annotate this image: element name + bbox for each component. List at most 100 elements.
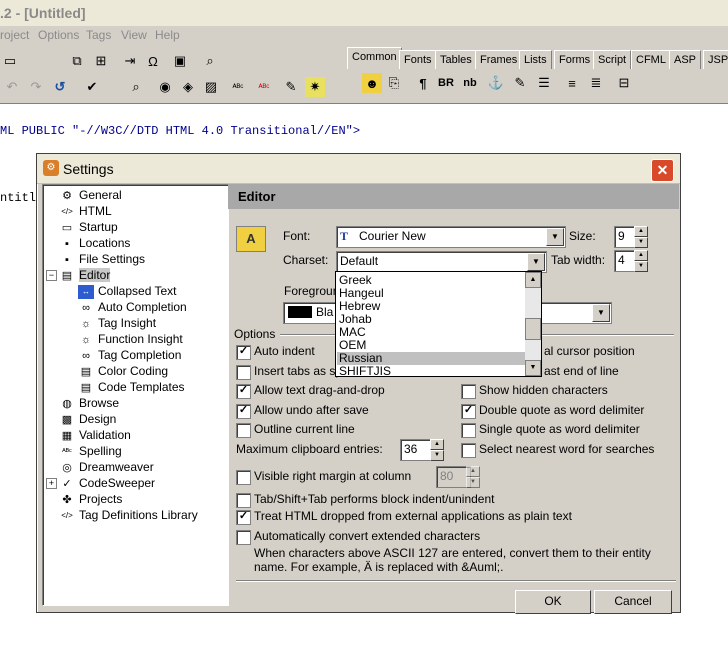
- toolbar-omega-icon[interactable]: Ω: [143, 51, 163, 71]
- quickbar-hr-icon[interactable]: ☰: [534, 73, 554, 93]
- spin-up-icon[interactable]: ▲: [466, 466, 480, 477]
- tab-script[interactable]: Script: [593, 50, 632, 69]
- clipboard-spinner[interactable]: ▲ ▼: [430, 439, 444, 461]
- charset-dropdown-list[interactable]: Greek Hangeul Hebrew Johab MAC OEM Russi…: [335, 271, 542, 378]
- toolbar-indent-icon[interactable]: ⇥: [120, 51, 140, 71]
- cancel-button[interactable]: Cancel: [594, 590, 672, 614]
- dropdown-scrollbar[interactable]: ▲ ▼: [525, 272, 541, 376]
- toolbar-tree-icon[interactable]: ⊞: [91, 51, 111, 71]
- tab-tables[interactable]: Tables: [435, 50, 477, 69]
- tree-item-validation[interactable]: ▦ Validation: [59, 427, 131, 443]
- tree-item-projects[interactable]: ✤ Projects: [59, 491, 122, 507]
- tree-item-tag-definitions-library[interactable]: </> Tag Definitions Library: [59, 507, 198, 523]
- tree-collapse-editor[interactable]: −: [46, 270, 57, 281]
- spin-up-icon[interactable]: ▲: [634, 250, 648, 261]
- quickbar-edit-icon[interactable]: ✎: [510, 73, 530, 93]
- show-hidden-checkbox[interactable]: [461, 384, 476, 399]
- quickbar-wizard-icon[interactable]: ☻: [362, 73, 382, 93]
- tree-item-color-coding[interactable]: ▤ Color Coding: [78, 363, 168, 379]
- undo-icon[interactable]: ↶: [2, 77, 22, 97]
- quickbar-table-icon[interactable]: ⊟: [614, 73, 634, 93]
- scroll-thumb[interactable]: [525, 318, 541, 340]
- size-spinner[interactable]: ▲ ▼: [634, 226, 648, 248]
- toolbar-edit-icon[interactable]: ✎: [281, 77, 301, 97]
- tree-item-codesweeper[interactable]: ✓ CodeSweeper: [59, 475, 155, 491]
- tree-item-startup[interactable]: ▭ Startup: [59, 219, 118, 235]
- tree-item-browse[interactable]: ◍ Browse: [59, 395, 119, 411]
- toolbar-zoom-icon[interactable]: ⌕: [200, 51, 220, 71]
- tab-frames[interactable]: Frames: [475, 50, 523, 69]
- tree-item-design[interactable]: ▩ Design: [59, 411, 117, 427]
- drag-drop-checkbox[interactable]: ✓: [236, 384, 251, 399]
- toolbar-search-icon[interactable]: ⌕: [126, 77, 146, 97]
- right-margin-checkbox[interactable]: [236, 470, 251, 485]
- tree-item-tag-completion[interactable]: ∞ Tag Completion: [78, 347, 181, 363]
- tab-jsp[interactable]: JSP: [703, 50, 728, 69]
- tree-item-general[interactable]: ⚙ General: [59, 187, 122, 203]
- tree-item-html[interactable]: </> HTML: [59, 203, 111, 219]
- refresh-icon[interactable]: ↺: [50, 77, 70, 97]
- menu-view[interactable]: View: [121, 28, 147, 42]
- chevron-down-icon[interactable]: ▼: [527, 253, 545, 271]
- menu-project[interactable]: roject: [0, 28, 29, 42]
- toolbar-spell2-icon[interactable]: ᴬᴮᶜ: [254, 77, 274, 97]
- tree-item-dreamweaver[interactable]: ◎ Dreamweaver: [59, 459, 154, 475]
- menu-options[interactable]: Options: [38, 28, 79, 42]
- nearest-word-checkbox[interactable]: [461, 443, 476, 458]
- spin-up-icon[interactable]: ▲: [634, 226, 648, 237]
- charset-option-shiftjis[interactable]: SHIFTJIS: [337, 365, 526, 378]
- toolbar-check-icon[interactable]: ✔: [82, 77, 102, 97]
- convert-extended-checkbox[interactable]: [236, 530, 251, 545]
- plain-text-drop-checkbox[interactable]: ✓: [236, 510, 251, 525]
- spin-down-icon[interactable]: ▼: [466, 477, 480, 488]
- right-margin-spinner[interactable]: ▲ ▼: [466, 466, 480, 488]
- toolbar-wand-icon[interactable]: ✷: [305, 77, 325, 97]
- spin-down-icon[interactable]: ▼: [430, 450, 444, 461]
- scroll-down-icon[interactable]: ▼: [525, 360, 541, 376]
- undo-after-save-checkbox[interactable]: ✓: [236, 404, 251, 419]
- close-button[interactable]: ✕: [651, 159, 674, 182]
- tab-fonts[interactable]: Fonts: [399, 50, 437, 69]
- charset-combo[interactable]: Default ▼: [336, 251, 547, 273]
- quickbar-center-icon[interactable]: ≡: [562, 73, 582, 93]
- spin-down-icon[interactable]: ▼: [634, 237, 648, 248]
- menu-help[interactable]: Help: [155, 28, 180, 42]
- toolbar-folder-icon[interactable]: ▭: [0, 51, 20, 71]
- font-combo[interactable]: T Courier New ▼: [336, 226, 566, 248]
- toolbar-window-icon[interactable]: ⧉: [67, 51, 87, 71]
- tree-item-collapsed-text[interactable]: ↔ Collapsed Text: [78, 283, 177, 299]
- toolbar-spell-icon[interactable]: ᴬᴮᶜ: [228, 77, 248, 97]
- quickbar-right-icon[interactable]: ≣: [586, 73, 606, 93]
- toolbar-image-icon[interactable]: ▨: [201, 77, 221, 97]
- tab-asp[interactable]: ASP: [669, 50, 702, 69]
- tab-cfml[interactable]: CFML: [631, 50, 671, 69]
- ok-button[interactable]: OK: [515, 590, 591, 614]
- tree-item-code-templates[interactable]: ▤ Code Templates: [78, 379, 185, 395]
- quickbar-anchor-icon[interactable]: ⚓: [486, 73, 506, 93]
- tab-forms[interactable]: Forms: [554, 50, 596, 69]
- auto-indent-checkbox[interactable]: ✓: [236, 345, 251, 360]
- quickbar-nbsp-icon[interactable]: nb: [460, 73, 480, 93]
- tree-item-function-insight[interactable]: ☼ Function Insight: [78, 331, 183, 347]
- insert-tabs-checkbox[interactable]: [236, 365, 251, 380]
- tab-lists[interactable]: Lists: [519, 50, 552, 69]
- tree-item-auto-completion[interactable]: ∞ Auto Completion: [78, 299, 187, 315]
- double-quote-checkbox[interactable]: ✓: [461, 404, 476, 419]
- quickbar-paragraph-icon[interactable]: ¶: [413, 73, 433, 93]
- block-indent-checkbox[interactable]: [236, 493, 251, 508]
- quickbar-newpage-icon[interactable]: ⎘: [384, 73, 404, 93]
- tree-item-file-settings[interactable]: ▪ File Settings: [59, 251, 145, 267]
- chevron-down-icon[interactable]: ▼: [592, 304, 610, 322]
- chevron-down-icon[interactable]: ▼: [546, 228, 564, 246]
- toolbar-layers-icon[interactable]: ◈: [178, 77, 198, 97]
- tree-item-locations[interactable]: ▪ Locations: [59, 235, 130, 251]
- tab-common[interactable]: Common: [347, 47, 402, 69]
- single-quote-checkbox[interactable]: [461, 423, 476, 438]
- toolbar-globe-icon[interactable]: ◉: [155, 77, 175, 97]
- tree-item-spelling[interactable]: ᴬᴮᶜ Spelling: [59, 443, 122, 459]
- spin-down-icon[interactable]: ▼: [634, 261, 648, 272]
- redo-icon[interactable]: ↷: [26, 77, 46, 97]
- outline-line-checkbox[interactable]: [236, 423, 251, 438]
- quickbar-break-icon[interactable]: BR: [436, 73, 456, 93]
- tree-expand-codesweeper[interactable]: +: [46, 478, 57, 489]
